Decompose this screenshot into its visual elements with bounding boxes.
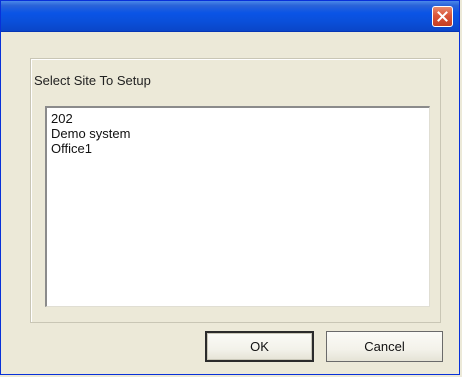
ok-button[interactable]: OK (205, 331, 314, 362)
close-icon (437, 11, 448, 22)
title-bar[interactable] (1, 1, 459, 32)
list-item[interactable]: Demo system (51, 126, 425, 141)
list-item[interactable]: 202 (51, 111, 425, 126)
site-listbox[interactable]: 202 Demo system Office1 (45, 106, 430, 307)
group-label: Select Site To Setup (34, 73, 151, 88)
close-button[interactable] (432, 6, 453, 27)
list-item[interactable]: Office1 (51, 141, 425, 156)
dialog-window: Select Site To Setup 202 Demo system Off… (0, 0, 460, 375)
cancel-button[interactable]: Cancel (326, 331, 443, 362)
